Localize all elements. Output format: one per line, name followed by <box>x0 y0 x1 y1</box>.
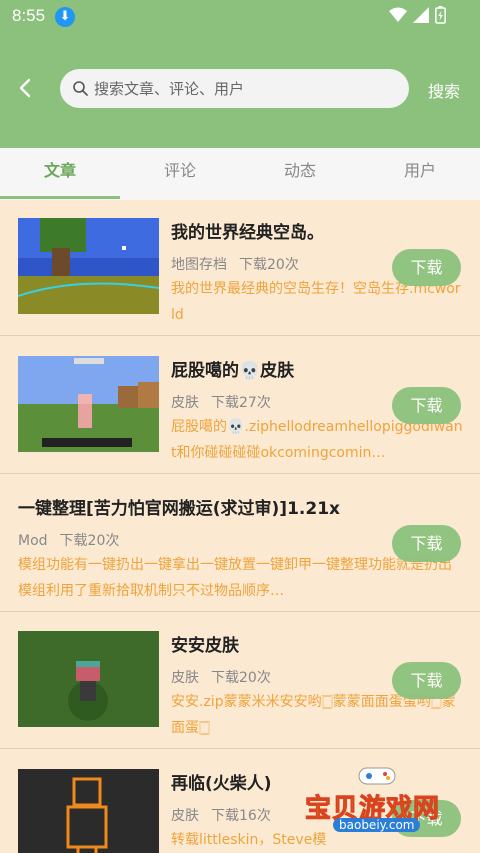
list-item[interactable]: 我的世界经典空岛。 地图存档 下载20次 我的世界最经典的空岛生存！空岛生存.mc… <box>0 200 480 336</box>
signal-icon <box>413 7 429 23</box>
item-title: 安安皮肤 <box>171 636 239 656</box>
system-icons <box>389 6 446 24</box>
item-thumbnail <box>18 218 159 314</box>
item-downloads: 下载16次 <box>211 808 271 824</box>
item-category: 皮肤 <box>171 395 199 411</box>
search-button[interactable]: 搜索 <box>428 78 460 102</box>
search-icon <box>73 81 88 96</box>
status-time: 8:55 <box>12 6 46 25</box>
item-category: Mod <box>18 533 48 549</box>
item-meta: Mod 下载20次 <box>18 530 119 550</box>
item-title: 屁股噶的💀皮肤 <box>171 361 295 381</box>
download-notification-icon: ⬇ <box>55 7 75 27</box>
item-category: 皮肤 <box>171 808 199 824</box>
wifi-icon <box>389 7 407 22</box>
item-meta: 皮肤 下载27次 <box>171 392 271 412</box>
download-button[interactable]: 下载 <box>392 525 461 562</box>
item-downloads: 下载20次 <box>239 257 299 273</box>
back-arrow-icon[interactable] <box>14 76 38 100</box>
search-box[interactable] <box>60 69 409 108</box>
download-button[interactable]: 下载 <box>392 662 461 699</box>
list-item[interactable]: 屁股噶的💀皮肤 皮肤 下载27次 屁股噶的💀.ziphellodreamhello… <box>0 338 480 474</box>
item-title: 一键整理[苦力怕官网搬运(求过审)]1.21x <box>18 499 340 519</box>
watermark-url: baobeiy.com <box>333 818 421 832</box>
tab-users[interactable]: 用户 <box>360 148 480 200</box>
tab-bar: 文章 评论 动态 用户 <box>0 148 480 200</box>
tab-articles[interactable]: 文章 <box>0 148 120 200</box>
item-downloads: 下载20次 <box>211 670 271 686</box>
list-item[interactable]: 一键整理[苦力怕官网搬运(求过审)]1.21x Mod 下载20次 模组功能有一键… <box>0 476 480 612</box>
top-bar: 8:55 ⬇ 搜索 <box>0 0 480 148</box>
tab-posts[interactable]: 动态 <box>240 148 360 200</box>
search-input[interactable] <box>94 69 394 108</box>
tab-comments[interactable]: 评论 <box>120 148 240 200</box>
battery-icon <box>435 6 446 24</box>
item-title: 再临(火柴人) <box>171 774 272 794</box>
download-button[interactable]: 下载 <box>392 387 461 424</box>
item-meta: 皮肤 下载16次 <box>171 805 271 825</box>
item-thumbnail <box>18 631 159 727</box>
item-title: 我的世界经典空岛。 <box>171 223 324 243</box>
status-bar: 8:55 ⬇ <box>0 0 480 34</box>
item-thumbnail <box>18 356 159 452</box>
item-thumbnail <box>18 769 159 853</box>
item-category: 皮肤 <box>171 670 199 686</box>
item-downloads: 下载20次 <box>59 533 120 549</box>
download-button[interactable]: 下载 <box>392 249 461 286</box>
item-meta: 皮肤 下载20次 <box>171 667 271 687</box>
watermark-logo: 宝贝游戏网 baobeiy.com <box>304 767 455 850</box>
item-downloads: 下载27次 <box>211 395 271 411</box>
gamepad-icon <box>358 767 396 785</box>
item-meta: 地图存档 下载20次 <box>171 254 299 274</box>
list-item[interactable]: 安安皮肤 皮肤 下载20次 安安.zip蒙蒙米米安安哟🀆蒙蒙面面蛋蛋哟🀆蒙面蛋🀆 … <box>0 613 480 749</box>
item-category: 地图存档 <box>171 257 227 273</box>
tab-indicator <box>0 196 120 199</box>
item-description: 模组功能有一键扔出一键拿出一键放置一键卸甲一键整理功能就是扔出模组利用了重新拾取… <box>18 557 452 599</box>
